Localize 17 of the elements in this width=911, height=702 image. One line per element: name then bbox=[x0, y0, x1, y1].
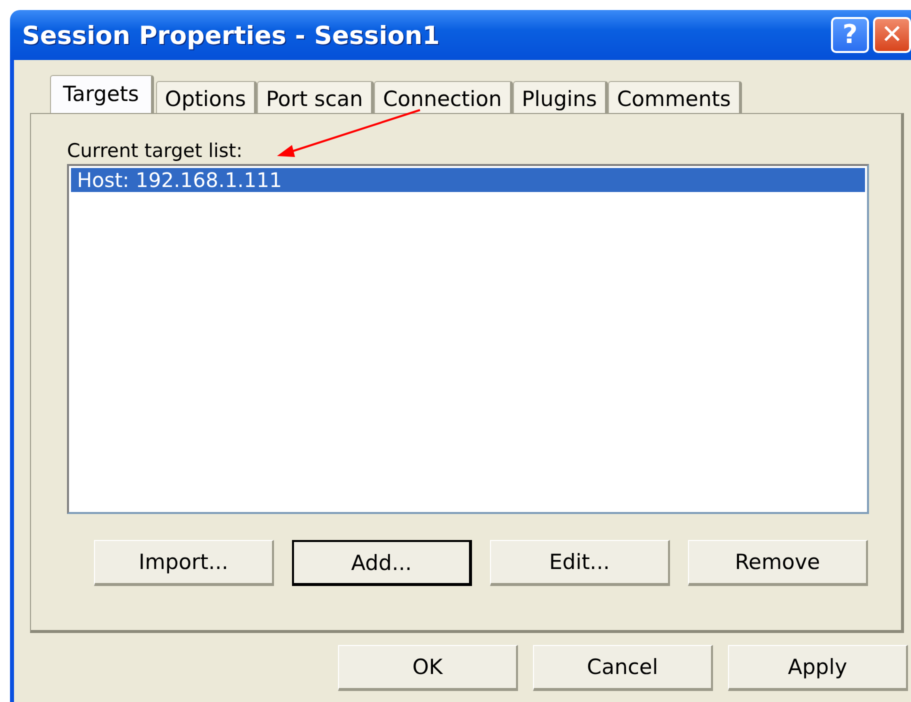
dialog-button[interactable]: Apply bbox=[728, 645, 908, 691]
target-list[interactable]: Host: 192.168.1.111 bbox=[67, 164, 869, 514]
tab[interactable]: Targets bbox=[50, 75, 154, 113]
dialog-button[interactable]: OK bbox=[338, 645, 518, 691]
tab[interactable]: Connection bbox=[374, 81, 513, 113]
window-title: Session Properties - Session1 bbox=[22, 20, 441, 50]
list-button[interactable]: Remove bbox=[688, 540, 868, 586]
dialog-button[interactable]: Cancel bbox=[533, 645, 713, 691]
list-button[interactable]: Add... bbox=[292, 540, 472, 586]
tab[interactable]: Comments bbox=[608, 81, 742, 113]
tab[interactable]: Plugins bbox=[512, 81, 608, 113]
list-label: Current target list: bbox=[67, 140, 244, 162]
tab[interactable]: Port scan bbox=[256, 81, 374, 113]
list-item[interactable]: Host: 192.168.1.111 bbox=[71, 168, 865, 192]
list-button[interactable]: Import... bbox=[94, 540, 274, 586]
list-button[interactable]: Edit... bbox=[490, 540, 670, 586]
tab[interactable]: Options bbox=[156, 81, 257, 113]
